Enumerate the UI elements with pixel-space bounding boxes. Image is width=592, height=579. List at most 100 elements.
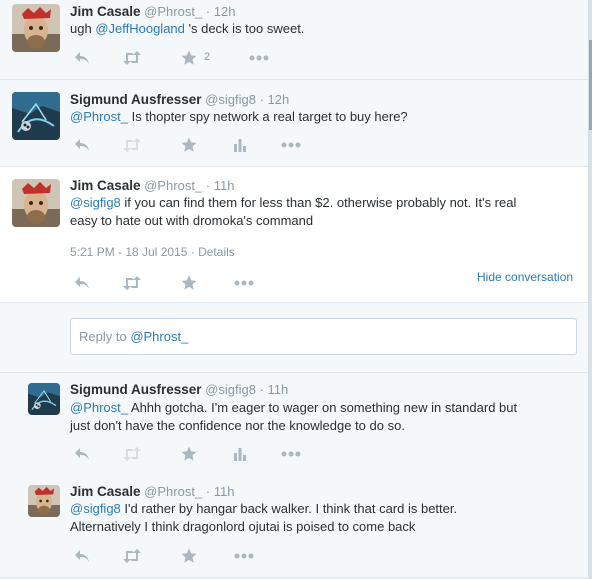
author-handle[interactable]: @Phrost_ — [144, 4, 202, 19]
favorite-button[interactable] — [177, 48, 201, 68]
more-button[interactable] — [247, 48, 271, 68]
details-link[interactable]: Details — [198, 245, 235, 259]
author-name[interactable]: Sigmund Ausfresser — [70, 92, 202, 107]
favorite-button[interactable] — [177, 546, 201, 566]
tweet-text-part: Is thopter spy network a real target to … — [128, 109, 408, 124]
more-button[interactable] — [279, 444, 303, 464]
tweet-3-expanded[interactable]: Jim Casale @Phrost_ · 11h @sigfig8 if yo… — [0, 167, 588, 303]
tweet-time[interactable]: 11h — [268, 382, 289, 397]
tweet-time[interactable]: 11h — [214, 484, 235, 499]
tweet-4[interactable]: Sigmund Ausfresser @sigfig8 · 11h @Phros… — [0, 372, 588, 474]
more-icon — [281, 142, 301, 148]
retweet-icon — [123, 447, 141, 461]
mention-link[interactable]: @sigfig8 — [70, 501, 121, 516]
separator-dot: · — [205, 4, 211, 19]
author-handle[interactable]: @Phrost_ — [144, 178, 202, 193]
reply-button[interactable] — [70, 48, 94, 68]
tweet-text: @sigfig8 if you can find them for less t… — [70, 194, 570, 230]
more-icon — [281, 451, 301, 457]
more-icon — [234, 280, 254, 286]
reply-icon — [75, 277, 89, 289]
retweet-icon — [123, 549, 141, 563]
reply-placeholder-text: Reply to — [79, 329, 131, 344]
author-name[interactable]: Jim Casale — [70, 484, 141, 499]
tweet-text-part: just don't have the confidence nor the k… — [70, 418, 405, 433]
author-handle[interactable]: @Phrost_ — [144, 484, 202, 499]
author-handle[interactable]: @sigfig8 — [205, 92, 256, 107]
favorite-icon — [181, 50, 197, 65]
tweet-text-part: I'd rather by hangar back walker. I thin… — [120, 501, 458, 516]
favorite-button[interactable] — [177, 135, 201, 155]
avatar-jim-casale[interactable] — [12, 4, 60, 52]
tweet-text-part: easy to hate out with dromoka's command — [70, 213, 314, 228]
retweet-button[interactable] — [120, 135, 144, 155]
reply-button[interactable] — [70, 135, 94, 155]
reply-button[interactable] — [70, 444, 94, 464]
tweet-text-part: 's deck is too sweet. — [184, 21, 305, 36]
hide-conversation-link[interactable]: Hide conversation — [477, 270, 573, 284]
tweet-text-part: ugh — [70, 21, 96, 36]
separator-dot: · — [259, 92, 264, 107]
favorite-button[interactable] — [177, 273, 201, 293]
tweet-2[interactable]: Sigmund Ausfresser @sigfig8 · 12h @Phros… — [0, 80, 588, 167]
more-button[interactable] — [232, 273, 256, 293]
tweet-time[interactable]: 11h — [214, 178, 235, 193]
separator-dot: · — [190, 245, 195, 259]
tweet-text-part: Ahhh gotcha. I'm eager to wager on somet… — [128, 400, 518, 415]
analytics-icon — [234, 448, 246, 461]
more-icon — [234, 553, 254, 559]
reply-placeholder-mention: @Phrost_ — [130, 329, 189, 344]
retweet-button[interactable] — [120, 444, 144, 464]
separator-dot: · — [205, 178, 211, 193]
tweet-actions: 2 — [70, 48, 290, 68]
mention-link[interactable]: @Phrost_ — [70, 400, 128, 415]
tweet-actions — [70, 546, 290, 566]
avatar-jim-casale[interactable] — [28, 485, 60, 517]
tweet-1[interactable]: Jim Casale @Phrost_ · 12h ugh @JeffHoogl… — [0, 0, 588, 80]
tweet-text-part: if you can find them for less than $2. o… — [120, 195, 517, 210]
more-button[interactable] — [232, 546, 256, 566]
tweet-timestamp[interactable]: 5:21 PM - 18 Jul 2015 — [70, 245, 187, 259]
tweet-actions — [70, 273, 290, 293]
mention-link[interactable]: @Phrost_ — [70, 109, 128, 124]
reply-input[interactable]: Reply to @Phrost_ — [70, 318, 577, 355]
avatar-sigmund-ausfresser[interactable] — [12, 92, 60, 140]
tweet-actions — [70, 135, 310, 155]
favorite-icon — [181, 137, 197, 152]
avatar-sigmund-ausfresser[interactable] — [28, 383, 60, 415]
author-handle[interactable]: @sigfig8 — [205, 382, 256, 397]
reply-icon — [75, 448, 89, 460]
favorite-icon — [181, 275, 197, 290]
analytics-button[interactable] — [228, 135, 252, 155]
author-name[interactable]: Jim Casale — [70, 4, 141, 19]
conversation-panel: Jim Casale @Phrost_ · 12h ugh @JeffHoogl… — [0, 0, 589, 578]
tweet-time[interactable]: 12h — [268, 92, 290, 107]
reply-button[interactable] — [70, 546, 94, 566]
tweet-actions — [70, 444, 310, 464]
retweet-icon — [123, 276, 141, 290]
more-icon — [249, 55, 269, 61]
reply-icon — [75, 52, 89, 64]
retweet-button[interactable] — [120, 546, 144, 566]
tweet-5[interactable]: Jim Casale @Phrost_ · 11h @sigfig8 I'd r… — [0, 473, 588, 578]
author-name[interactable]: Jim Casale — [70, 178, 141, 193]
separator-dot: · — [259, 382, 264, 397]
analytics-button[interactable] — [228, 444, 252, 464]
author-name[interactable]: Sigmund Ausfresser — [70, 382, 202, 397]
more-button[interactable] — [279, 135, 303, 155]
retweet-button[interactable] — [120, 48, 144, 68]
analytics-icon — [234, 139, 246, 152]
retweet-button[interactable] — [120, 273, 144, 293]
tweet-text: @Phrost_ Is thopter spy network a real t… — [70, 108, 570, 126]
favorite-button[interactable] — [177, 444, 201, 464]
reply-button[interactable] — [70, 273, 94, 293]
separator-dot: · — [205, 484, 211, 499]
tweet-metadata: 5:21 PM - 18 Jul 2015 · Details — [70, 245, 235, 259]
mention-link[interactable]: @JeffHoogland — [95, 21, 185, 36]
favorite-icon — [181, 548, 197, 563]
avatar-jim-casale[interactable] — [12, 179, 60, 227]
mention-link[interactable]: @sigfig8 — [70, 195, 121, 210]
tweet-time[interactable]: 12h — [214, 4, 236, 19]
favorite-icon — [181, 446, 197, 461]
reply-icon — [75, 139, 89, 151]
